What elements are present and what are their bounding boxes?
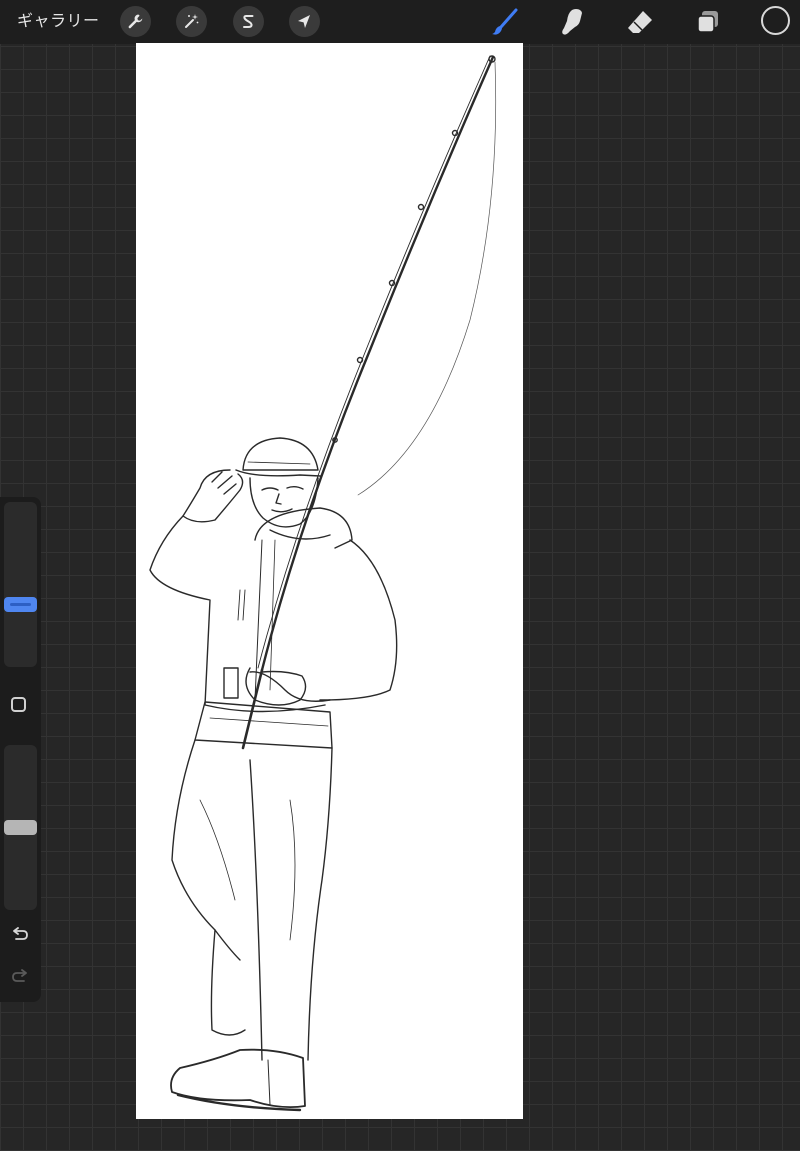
- drawing-canvas[interactable]: [136, 43, 523, 1119]
- color-picker-button[interactable]: [761, 6, 790, 35]
- transform-button[interactable]: [289, 6, 320, 37]
- redo-icon: [12, 969, 27, 982]
- wrench-icon: [128, 14, 143, 29]
- left-sidebar: [0, 497, 41, 1002]
- brush-size-slider[interactable]: [4, 502, 37, 667]
- top-toolbar: ギャラリー: [0, 0, 800, 44]
- layers-button[interactable]: [690, 4, 726, 40]
- layers-icon: [697, 11, 718, 33]
- selection-s-icon: [243, 15, 254, 28]
- selection-button[interactable]: [233, 6, 264, 37]
- arrow-cursor-icon: [298, 15, 310, 28]
- brush-button[interactable]: [487, 4, 523, 40]
- opacity-handle[interactable]: [4, 820, 37, 835]
- opacity-slider[interactable]: [4, 745, 37, 910]
- modify-button[interactable]: [11, 697, 26, 712]
- eraser-button[interactable]: [622, 4, 658, 40]
- actions-button[interactable]: [120, 6, 151, 37]
- undo-button[interactable]: [8, 925, 32, 945]
- smudge-button[interactable]: [554, 4, 590, 40]
- smudge-finger-icon: [562, 9, 582, 35]
- magic-wand-icon: [185, 14, 199, 28]
- brush-size-handle[interactable]: [4, 597, 37, 612]
- gallery-button[interactable]: ギャラリー: [17, 10, 100, 32]
- redo-button[interactable]: [8, 967, 32, 987]
- fisherman-sketch: [149, 55, 497, 1112]
- adjustments-button[interactable]: [176, 6, 207, 37]
- undo-icon: [13, 927, 28, 940]
- eraser-icon: [628, 11, 652, 33]
- brush-icon: [492, 8, 518, 35]
